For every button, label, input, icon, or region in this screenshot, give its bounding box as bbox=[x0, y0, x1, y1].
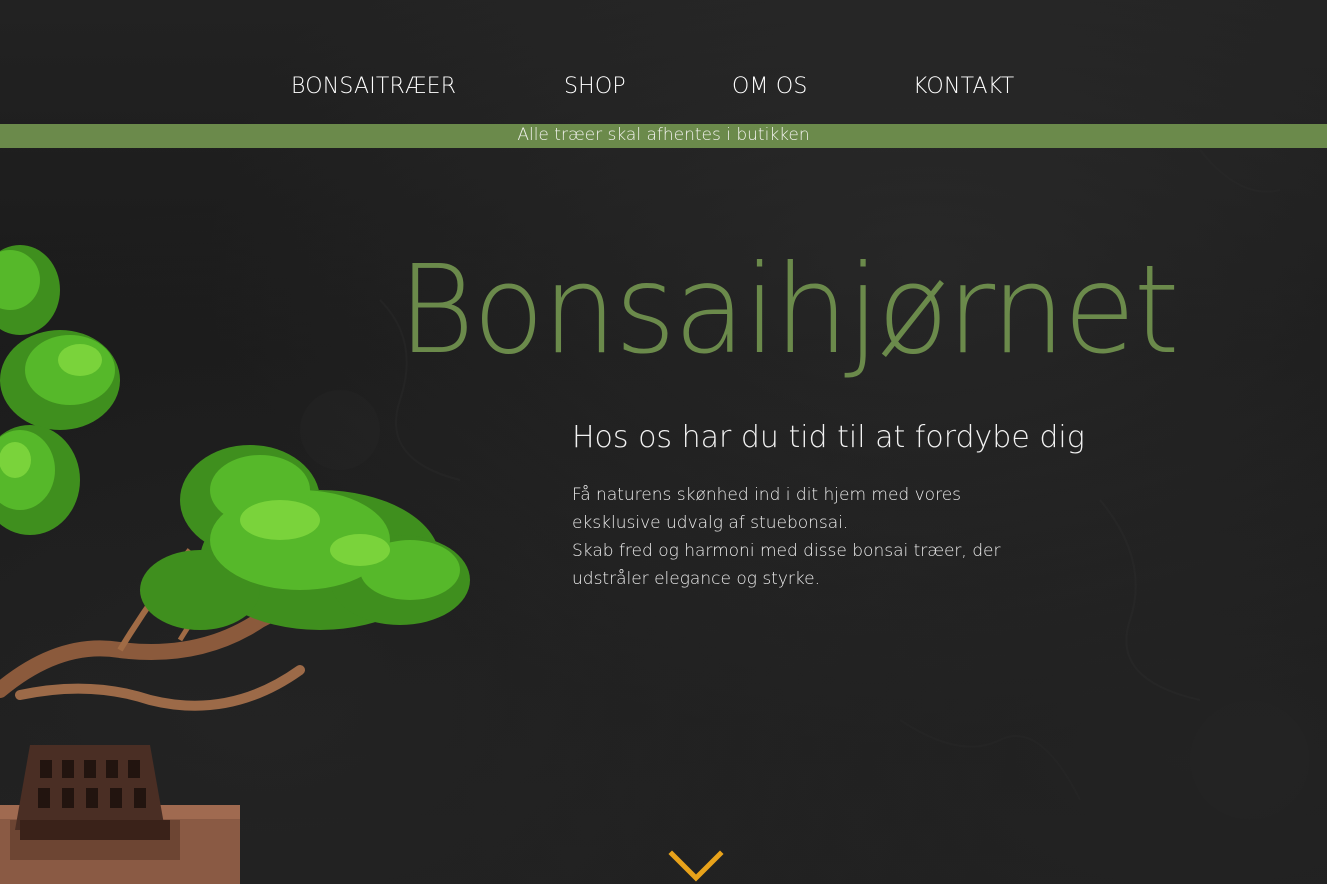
nav-item-shop[interactable]: SHOP bbox=[564, 74, 626, 99]
home-page: BONSAITRÆER SHOP OM OS KONTAKT Alle træe… bbox=[0, 0, 1327, 884]
hero-subtitle: Hos os har du tid til at fordybe dig bbox=[572, 420, 1085, 455]
hero-paragraph: Skab fred og harmoni med disse bonsai tr… bbox=[572, 541, 1001, 589]
hero-paragraph: Få naturens skønhed ind i dit hjem med v… bbox=[572, 485, 962, 533]
nav-item-bonsaitraeer[interactable]: BONSAITRÆER bbox=[291, 74, 456, 99]
hero-title: Bonsaihjørnet bbox=[398, 239, 1180, 381]
hero-description: Få naturens skønhed ind i dit hjem med v… bbox=[572, 481, 1052, 593]
nav-item-om-os[interactable]: OM OS bbox=[732, 74, 808, 99]
notice-text: Alle træer skal afhentes i butikken bbox=[517, 125, 810, 145]
chevron-down-icon[interactable] bbox=[668, 850, 724, 884]
notice-bar: Alle træer skal afhentes i butikken bbox=[0, 124, 1327, 148]
main-nav: BONSAITRÆER SHOP OM OS KONTAKT bbox=[0, 74, 1327, 104]
nav-item-kontakt[interactable]: KONTAKT bbox=[913, 74, 1014, 99]
